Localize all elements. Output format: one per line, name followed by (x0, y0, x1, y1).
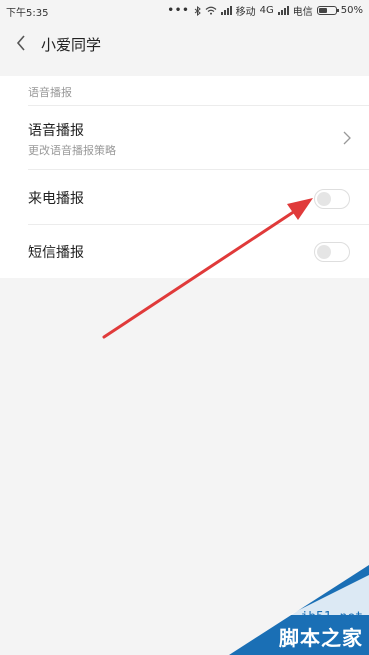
toggle-knob (317, 245, 331, 259)
status-icons: ••• 移动 4G 电信 50% (167, 3, 363, 18)
more-dots-icon: ••• (167, 5, 190, 16)
network-label: 4G (259, 5, 274, 16)
watermark: jb51.net 脚本之家 (169, 565, 369, 655)
app-header: 小爱同学 (0, 20, 369, 68)
page-title: 小爱同学 (41, 36, 102, 54)
toggle-knob (317, 192, 331, 206)
sms-broadcast-toggle[interactable] (314, 242, 350, 262)
signal-icon-2 (277, 6, 289, 15)
status-time: 下午5:35 (6, 8, 49, 19)
row-sublabel: 更改语音播报策略 (28, 144, 116, 157)
watermark-text: 脚本之家 (279, 626, 363, 650)
bluetooth-icon (194, 5, 201, 16)
section-label: 语音播报 (28, 86, 72, 99)
carrier1-label: 移动 (235, 7, 256, 18)
battery-fill (318, 8, 327, 13)
row-label: 语音播报 (28, 123, 84, 139)
battery-label: 50% (340, 5, 363, 16)
call-broadcast-toggle[interactable] (314, 189, 350, 209)
row-voice-broadcast[interactable]: 语音播报 更改语音播报策略 (0, 106, 369, 168)
chevron-right-icon (343, 131, 351, 145)
battery-icon (316, 6, 339, 15)
signal-icon (220, 6, 232, 15)
row-sms-broadcast[interactable]: 短信播报 (0, 225, 369, 278)
back-button[interactable] (10, 32, 32, 54)
row-label: 短信播报 (28, 245, 84, 261)
chevron-left-icon (16, 35, 25, 51)
carrier2-label: 电信 (292, 7, 313, 18)
row-label: 来电播报 (28, 191, 84, 207)
status-bar: 下午5:35 ••• 移动 4G 电信 50% (0, 0, 369, 20)
row-call-broadcast[interactable]: 来电播报 (0, 170, 369, 224)
wifi-icon (205, 6, 217, 15)
settings-panel: 语音播报 语音播报 更改语音播报策略 来电播报 短信播报 (0, 76, 369, 278)
